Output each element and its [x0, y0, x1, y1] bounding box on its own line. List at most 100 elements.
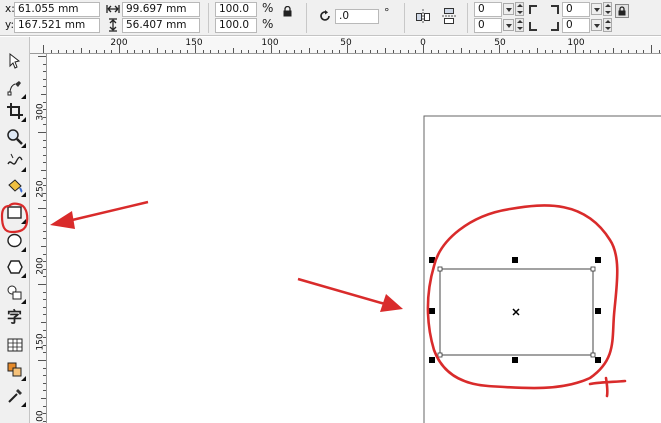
mirror-vertical-icon[interactable]: [441, 7, 457, 28]
rotation-degree-unit: °: [384, 6, 390, 19]
ruler-tick: [529, 50, 531, 53]
ruler-tick: [43, 124, 46, 126]
object-width-field[interactable]: 99.697 mm: [122, 2, 200, 17]
ruler-tick: [324, 50, 326, 53]
ruler-tick: [202, 50, 204, 53]
ruler-tick: [43, 367, 46, 369]
ruler-tick: [506, 50, 508, 53]
ruler-tick: [41, 170, 46, 171]
tool-rectangle-tool[interactable]: [4, 202, 26, 224]
lock-ratio-icon[interactable]: [283, 5, 292, 20]
corner-radius-bottom-left-dropdown[interactable]: [503, 19, 514, 31]
ruler-tick: [407, 50, 409, 53]
ruler-tick: [43, 78, 46, 80]
y-position-field[interactable]: 167.521 mm: [14, 18, 100, 33]
ruler-tick: [537, 48, 538, 53]
pick-tool-icon: [9, 52, 21, 69]
tool-pick-tool[interactable]: [4, 50, 26, 72]
flyout-indicator: [21, 117, 26, 122]
ruler-tick: [476, 50, 478, 53]
ruler-tick: [514, 50, 516, 53]
corner-radius-bottom-right-spinner[interactable]: [603, 18, 612, 32]
ruler-tick: [301, 50, 303, 53]
ruler-tick: [225, 50, 227, 53]
ruler-tick: [38, 360, 46, 361]
flyout-indicator: [21, 299, 26, 304]
ruler-tick: [461, 48, 462, 53]
horizontal-ruler[interactable]: 200 150 100 50 0 50 100: [30, 37, 661, 54]
ruler-tick: [248, 50, 250, 53]
tool-crop-tool[interactable]: [4, 100, 26, 122]
tool-table-tool[interactable]: [4, 334, 26, 356]
scale-y-unit: %: [262, 17, 274, 31]
rotation-angle-field[interactable]: .0: [335, 9, 379, 24]
ruler-tick: [445, 50, 447, 53]
ruler-tick: [111, 50, 113, 53]
tool-zoom-tool[interactable]: [4, 126, 26, 148]
ruler-tick: [210, 50, 212, 53]
lock-corners-icon[interactable]: [615, 4, 629, 18]
ruler-tick: [217, 50, 219, 53]
corner-radius-top-left-spinner[interactable]: [515, 2, 524, 16]
ruler-tick: [43, 329, 46, 331]
ruler-tick: [187, 50, 189, 53]
tool-freehand-tool[interactable]: [4, 150, 26, 172]
ruler-tick: [58, 50, 60, 53]
ruler-tick: [362, 50, 364, 53]
ruler-tick: [134, 50, 136, 53]
ruler-tick: [141, 50, 143, 53]
mirror-horizontal-icon[interactable]: [415, 8, 431, 27]
corner-radius-top-right-field[interactable]: 0: [562, 2, 590, 17]
flyout-indicator: [21, 273, 26, 278]
object-height-field[interactable]: 56.407 mm: [122, 18, 200, 33]
vertical-ruler[interactable]: 300 250 200 150 100: [30, 54, 47, 423]
ruler-tick: [43, 45, 44, 53]
ruler-tick: [164, 50, 166, 53]
tool-shape-tool[interactable]: [4, 77, 26, 99]
flyout-indicator: [21, 192, 26, 197]
corner-radius-bottom-left-field[interactable]: 0: [474, 18, 502, 33]
ruler-tick: [43, 276, 46, 278]
ruler-tick: [43, 71, 46, 73]
tool-smart-fill-tool[interactable]: [4, 175, 26, 197]
corner-radius-top-left-field[interactable]: 0: [474, 2, 502, 17]
corner-top-left-icon: [529, 5, 537, 14]
corner-radius-top-right-spinner[interactable]: [603, 2, 612, 16]
toolbox: 字: [0, 37, 30, 423]
ruler-tick: [385, 48, 386, 53]
ruler-tick: [597, 50, 599, 53]
corner-radius-bottom-left-spinner[interactable]: [515, 18, 524, 32]
tool-basic-shapes-tool[interactable]: [4, 282, 26, 304]
ruler-tick: [278, 50, 280, 53]
ruler-tick: [43, 253, 46, 255]
tool-eyedropper-tool[interactable]: [4, 385, 26, 407]
tool-polygon-tool[interactable]: [4, 256, 26, 278]
ruler-tick: [96, 50, 98, 53]
tool-ellipse-tool[interactable]: [4, 230, 26, 252]
corner-radius-bottom-right-field[interactable]: 0: [562, 18, 590, 33]
center-marker[interactable]: [512, 308, 520, 316]
ruler-tick: [567, 50, 569, 53]
ruler-tick: [65, 50, 67, 53]
flyout-indicator: [21, 94, 26, 99]
ruler-tick: [316, 50, 318, 53]
scale-x-field[interactable]: 100.0: [215, 2, 257, 17]
corner-radius-top-left-dropdown[interactable]: [503, 3, 514, 15]
ruler-tick: [293, 50, 295, 53]
x-position-field[interactable]: 61.055 mm: [14, 2, 100, 17]
ruler-tick: [81, 48, 82, 53]
ruler-tick: [263, 50, 265, 53]
y-label: y:: [5, 19, 14, 31]
corner-radius-top-right-dropdown[interactable]: [591, 3, 602, 15]
ruler-tick: [43, 223, 46, 225]
ruler-tick: [453, 50, 455, 53]
ruler-tick: [172, 50, 174, 53]
ruler-tick: [377, 50, 379, 53]
corner-radius-bottom-right-dropdown[interactable]: [591, 19, 602, 31]
flyout-indicator: [21, 247, 26, 252]
drawing-canvas[interactable]: [48, 55, 661, 423]
tool-interactive-tool[interactable]: [4, 359, 26, 381]
scale-y-field[interactable]: 100.0: [215, 18, 257, 33]
tool-text-tool[interactable]: 字: [4, 307, 26, 329]
flyout-indicator: [21, 402, 26, 407]
